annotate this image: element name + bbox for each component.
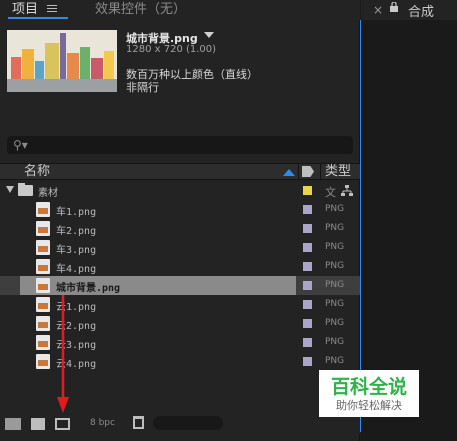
close-icon[interactable]: × [373, 3, 383, 17]
column-divider [320, 163, 321, 180]
folder-name: 素材 [38, 188, 58, 199]
color-depth-text: 数百万种以上颜色（直线） [126, 68, 258, 81]
lock-icon[interactable] [390, 2, 398, 12]
file-type: PNG [325, 242, 345, 252]
image-file-icon [36, 316, 50, 331]
label-color-swatch[interactable] [303, 205, 312, 214]
image-file-icon [36, 240, 50, 255]
label-color-swatch[interactable] [303, 243, 312, 252]
column-divider [298, 163, 299, 180]
file-row-selected[interactable]: 城市背景.png PNG [0, 276, 360, 295]
label-color-swatch[interactable] [303, 224, 312, 233]
label-color-swatch[interactable] [303, 262, 312, 271]
file-row[interactable]: 车2.png PNG [0, 219, 360, 238]
column-type-header[interactable]: 类型 [325, 163, 351, 180]
new-folder-icon[interactable] [31, 418, 45, 430]
file-type: PNG [325, 261, 345, 271]
file-row[interactable]: 云4.png PNG [0, 352, 360, 371]
preview-dimensions: 1280 x 720 (1.00) [126, 44, 217, 55]
image-file-icon [36, 278, 50, 293]
file-type: PNG [325, 337, 345, 347]
active-tab-indicator [8, 17, 68, 19]
search-input[interactable] [7, 136, 353, 154]
image-file-icon [36, 202, 50, 217]
watermark-title: 百科全说 [330, 376, 407, 398]
file-name: 车4.png [56, 264, 97, 275]
sort-ascending-icon[interactable] [283, 169, 295, 176]
file-row[interactable]: 车4.png PNG [0, 257, 360, 276]
file-type: PNG [325, 356, 345, 366]
interpret-footage-icon[interactable] [5, 418, 21, 430]
label-color-swatch[interactable] [303, 281, 312, 290]
trash-icon[interactable] [133, 416, 144, 429]
file-type: PNG [325, 280, 345, 290]
tab-effect-controls[interactable]: 效果控件（无） [95, 1, 186, 19]
file-type: PNG [325, 223, 345, 233]
preview-color-info: 数百万种以上颜色（直线） 非隔行 [126, 68, 326, 94]
folder-row[interactable]: 素材 文 [0, 181, 360, 200]
file-type: PNG [325, 299, 345, 309]
image-file-icon [36, 297, 50, 312]
annotation-arrow [57, 295, 69, 413]
hierarchy-icon [341, 185, 353, 196]
panel-menu-icon[interactable] [47, 5, 57, 14]
search-icon[interactable]: ⚲▾ [13, 138, 28, 152]
toolbar-field[interactable] [153, 416, 223, 430]
label-color-swatch[interactable] [303, 186, 312, 195]
file-row[interactable]: 云2.png PNG [0, 314, 360, 333]
file-type: PNG [325, 204, 345, 214]
new-composition-icon[interactable] [55, 418, 70, 430]
disclosure-triangle-icon[interactable] [6, 186, 14, 193]
label-color-swatch[interactable] [303, 338, 312, 347]
bit-depth-button[interactable]: 8 bpc [90, 418, 115, 428]
image-file-icon [36, 259, 50, 274]
folder-icon [18, 183, 33, 196]
file-row[interactable]: 云3.png PNG [0, 333, 360, 352]
column-name-header[interactable]: 名称 [24, 163, 50, 180]
file-type: PNG [325, 318, 345, 328]
file-row[interactable]: 云1.png PNG [0, 295, 360, 314]
label-color-swatch[interactable] [303, 300, 312, 309]
file-name: 车3.png [56, 245, 97, 256]
file-row[interactable]: 车3.png PNG [0, 238, 360, 257]
image-file-icon [36, 221, 50, 236]
watermark-subtitle: 助你轻松解决 [336, 399, 402, 412]
preview-thumbnail [7, 30, 117, 92]
folder-type: 文 [325, 186, 336, 199]
chevron-down-icon[interactable] [204, 32, 214, 38]
watermark-logo: 百科全说 助你轻松解决 [319, 370, 419, 417]
file-name: 车2.png [56, 226, 97, 237]
file-row[interactable]: 车1.png PNG [0, 200, 360, 219]
label-color-swatch[interactable] [303, 319, 312, 328]
interlace-text: 非隔行 [126, 81, 159, 94]
image-file-icon [36, 354, 50, 369]
file-name: 城市背景.png [56, 283, 121, 294]
label-color-swatch[interactable] [303, 357, 312, 366]
image-file-icon [36, 335, 50, 350]
file-name: 车1.png [56, 207, 97, 218]
tab-composition[interactable]: 合成 [408, 1, 434, 20]
